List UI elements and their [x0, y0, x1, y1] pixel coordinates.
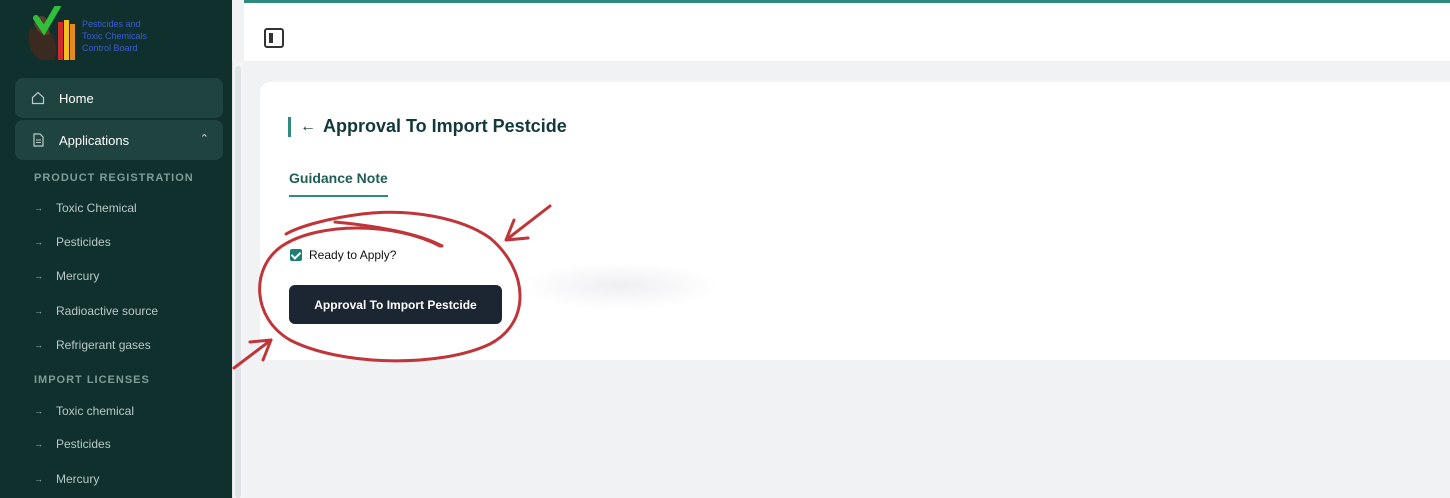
page-title-text: Approval To Import Pestcide	[323, 116, 567, 136]
sidebar-subitem-import-mercury[interactable]: → Mercury	[34, 472, 99, 486]
sidebar-subitem-label: Mercury	[56, 472, 100, 486]
sidebar-subitem-pesticides[interactable]: → Pesticides	[34, 235, 111, 249]
sidebar-item-applications[interactable]: Applications ⌃	[15, 120, 223, 160]
arrow-right-icon: →	[34, 439, 43, 449]
sidebar-subitem-refrigerant-gases[interactable]: → Refrigerant gases	[34, 338, 151, 352]
arrow-right-icon: →	[34, 340, 43, 350]
sidebar-item-label: Applications	[59, 132, 130, 148]
sidebar-subitem-mercury[interactable]: → Mercury	[34, 269, 99, 283]
home-icon	[31, 91, 45, 105]
arrow-right-icon: →	[34, 271, 43, 281]
chevron-up-icon[interactable]: ⌃	[200, 132, 209, 145]
sidebar-subitem-label: Radioactive source	[56, 304, 159, 318]
title-accent-bar	[288, 116, 291, 137]
sidebar-subitem-label: Refrigerant gases	[56, 338, 151, 352]
sidebar-subitem-label: Toxic chemical	[56, 404, 135, 418]
sidebar-subitem-label: Toxic Chemical	[56, 201, 137, 215]
tab-guidance-note[interactable]: Guidance Note	[289, 170, 388, 197]
approval-to-import-button[interactable]: Approval To Import Pestcide	[289, 285, 502, 324]
blurred-region	[520, 262, 720, 310]
sidebar-subitem-label: Mercury	[56, 269, 100, 283]
arrow-right-icon: →	[34, 406, 43, 416]
app-root: Pesticides and Toxic Chemicals Control B…	[0, 0, 1450, 498]
logo-text: Pesticides and Toxic Chemicals Control B…	[82, 18, 222, 54]
sidebar-subitem-label: Pesticides	[56, 437, 111, 451]
document-icon	[31, 133, 45, 147]
ready-to-apply-checkbox-row[interactable]: Ready to Apply?	[290, 248, 396, 262]
arrow-right-icon: →	[34, 474, 43, 484]
sidebar-subitem-label: Pesticides	[56, 235, 111, 249]
arrow-right-icon: →	[34, 237, 43, 247]
logo-text-line: Control Board	[82, 43, 138, 53]
section-title-import-licenses: IMPORT LICENSES	[34, 374, 150, 386]
sidebar-subitem-toxic-chemical[interactable]: → Toxic Chemical	[34, 201, 137, 215]
sidebar-scrollbar-thumb[interactable]	[235, 66, 241, 498]
sidebar-subitem-import-pesticides[interactable]: → Pesticides	[34, 437, 111, 451]
logo[interactable]: Pesticides and Toxic Chemicals Control B…	[0, 0, 232, 62]
logo-text-line: Pesticides and	[82, 19, 141, 29]
checkbox-label: Ready to Apply?	[309, 248, 397, 262]
ready-to-apply-checkbox[interactable]	[290, 249, 302, 261]
page-title: ← Approval To Import Pestcide	[288, 116, 567, 137]
logo-text-line: Toxic Chemicals	[82, 31, 148, 41]
sidebar-subitem-radioactive-source[interactable]: → Radioactive source	[34, 304, 158, 318]
sidebar: Pesticides and Toxic Chemicals Control B…	[0, 0, 232, 498]
sidebar-subitem-import-toxic-chemical[interactable]: → Toxic chemical	[34, 404, 134, 418]
logo-mark-icon	[28, 6, 75, 60]
sidebar-toggle-icon[interactable]	[264, 28, 284, 48]
arrow-right-icon: →	[34, 203, 43, 213]
back-arrow-icon[interactable]: ←	[300, 118, 316, 136]
arrow-right-icon: →	[34, 306, 43, 316]
sidebar-item-label: Home	[59, 90, 94, 106]
section-title-product-registration: PRODUCT REGISTRATION	[34, 172, 194, 184]
topbar	[244, 0, 1450, 62]
sidebar-item-home[interactable]: Home	[15, 78, 223, 118]
